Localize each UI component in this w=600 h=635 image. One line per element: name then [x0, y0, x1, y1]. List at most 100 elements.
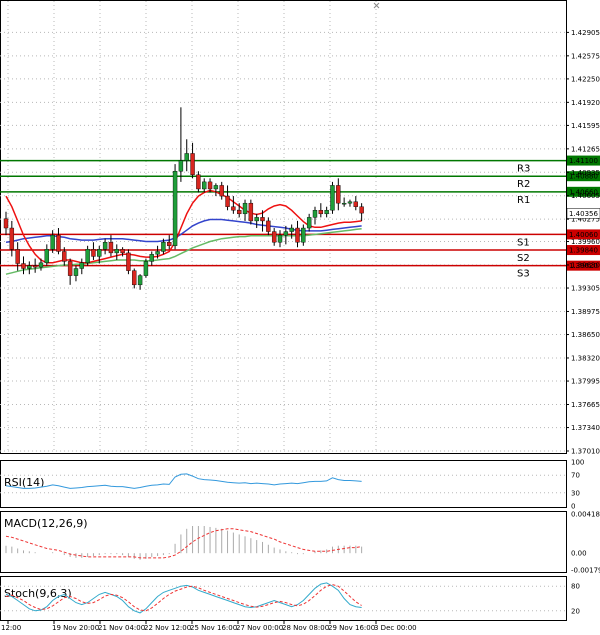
y-tick-label: 1.40935: [571, 169, 600, 177]
macd-tick-label: -0.001794: [571, 567, 600, 575]
candle-bear: [15, 249, 20, 264]
candle-bull: [38, 262, 44, 268]
candle-bull: [289, 227, 294, 232]
candle-bear: [190, 153, 195, 175]
candle-bull: [330, 185, 335, 211]
candle-bear: [236, 210, 242, 215]
y-tick-label: 1.37340: [571, 424, 600, 432]
y-tick-label: 1.39305: [571, 285, 600, 293]
rsi-panel: RSI(14) 10070300: [0, 459, 584, 511]
level-name-r2: R2: [517, 179, 530, 190]
y-tick-label: 1.42575: [571, 52, 600, 60]
macd-tick-label: 0.004181: [571, 511, 600, 519]
candle-bull: [202, 181, 207, 190]
candle-bear: [56, 234, 61, 252]
candle-bear: [336, 185, 341, 204]
x-tick-label: 25 Nov 16:00: [190, 624, 237, 632]
x-tick-label: 27 Nov 00:00: [236, 624, 283, 632]
candle-bear: [120, 249, 125, 254]
candle-bull: [312, 210, 318, 218]
y-tick-label: 1.37995: [571, 378, 600, 386]
candle-bear: [108, 242, 114, 254]
candle-bull: [79, 262, 84, 269]
candle-bull: [149, 254, 154, 262]
y-tick-label: 1.38320: [571, 354, 600, 362]
candle-bull: [242, 202, 248, 215]
price-tag-label: 1.40356: [569, 210, 598, 218]
candle-bear: [353, 201, 358, 207]
candle-bull: [213, 185, 219, 190]
candle-bull: [277, 234, 283, 243]
candle-bear: [248, 202, 254, 222]
stoch-tick-label: 80: [571, 583, 580, 591]
candle-bear: [126, 252, 131, 271]
macd-tick-label: 0.00: [571, 550, 587, 558]
y-tick-label: 1.38975: [571, 308, 600, 316]
candle-bull: [85, 249, 90, 264]
level-tag-label: 1.39840: [569, 247, 598, 255]
candle-bull: [283, 231, 289, 236]
candles: [3, 107, 364, 290]
x-tick-label: 21 Nov 04:00: [98, 624, 145, 632]
candle-bear: [359, 206, 364, 214]
candle-bull: [301, 227, 306, 243]
y-tick-label: 1.41920: [571, 99, 600, 107]
candle-bull: [254, 217, 259, 222]
x-tick-label: 28 Nov 08:00: [282, 624, 329, 632]
candle-bull: [341, 202, 347, 205]
macd-title: MACD(12,26,9): [4, 517, 88, 530]
y-tick-label: 1.37010: [571, 448, 600, 456]
candle-bear: [231, 206, 236, 211]
level-name-r3: R3: [517, 164, 530, 175]
candle-bull: [50, 234, 55, 250]
level-name-s1: S1: [517, 237, 530, 248]
stoch-tick-label: 20: [571, 607, 580, 615]
rsi-line: [5, 473, 362, 489]
candle-bear: [91, 249, 96, 257]
level-name-s2: S2: [517, 253, 530, 264]
x-tick-label: 22 Nov 12:00: [144, 624, 191, 632]
level-name-s3: S3: [517, 269, 530, 280]
rsi-tick-label: 30: [571, 489, 580, 497]
candle-bull: [27, 265, 32, 269]
candle-bear: [62, 251, 67, 262]
candle-bear: [132, 270, 137, 286]
rsi-tick-label: 100: [571, 459, 584, 467]
candle-bull: [44, 249, 50, 264]
rsi-tick-label: 0: [571, 503, 575, 511]
moving-averages: [5, 189, 362, 275]
x-tick-label: 29 Nov 16:00: [328, 624, 375, 632]
x-tick-label: 12:00: [1, 624, 21, 632]
candle-bull: [306, 217, 312, 229]
candle-bear: [32, 265, 38, 268]
candle-bear: [219, 185, 224, 197]
stoch-panel: Stoch(9,6,3) 8020: [0, 582, 580, 615]
price-axis: 1.42905 1.42575 1.42250 1.41920 1.41595 1.412…: [566, 29, 600, 456]
candle-bear: [196, 174, 201, 190]
candle-bull: [143, 261, 149, 276]
x-tick-label: 19 Nov 20:00: [52, 624, 99, 632]
y-tick-label: 1.39630: [571, 261, 600, 269]
candle-bull: [155, 251, 160, 255]
x-tick-label: 3 Dec 00:00: [374, 624, 417, 632]
candle-bull: [172, 171, 178, 246]
y-tick-label: 1.42905: [571, 29, 600, 37]
candle-bear: [295, 227, 300, 243]
candle-bear: [266, 220, 271, 232]
y-tick-label: 1.41595: [571, 122, 600, 130]
y-tick-label: 1.38650: [571, 331, 600, 339]
candle-bear: [3, 218, 9, 229]
y-tick-label: 1.42250: [571, 75, 600, 83]
candle-bear: [260, 217, 265, 222]
macd-signal-line: [5, 528, 362, 559]
macd-panel: MACD(12,26,9) 0.004181 0.00 -0.001794: [4, 511, 600, 575]
candle-bull: [73, 268, 79, 276]
candle-bear: [225, 195, 230, 207]
forex-chart: R31.41100R21.40880R11.40660S11.40060S21.…: [0, 0, 600, 632]
rsi-tick-label: 70: [571, 472, 580, 480]
candle-bull: [184, 153, 189, 161]
stoch-panel-frame: [0, 576, 567, 621]
candle-bull: [324, 210, 329, 215]
close-icon[interactable]: [373, 2, 380, 9]
candle-bull: [178, 160, 184, 172]
